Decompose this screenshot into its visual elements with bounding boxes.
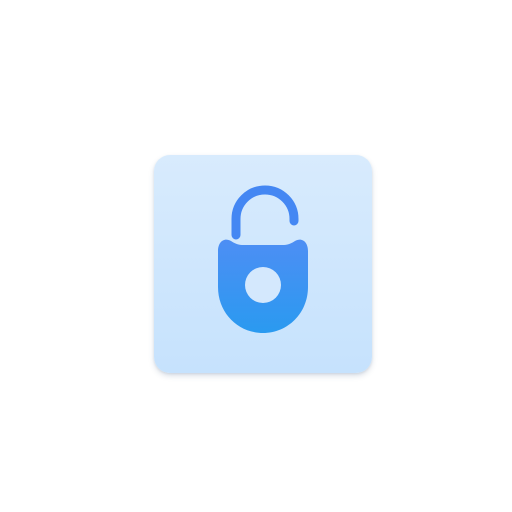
unlocked-padlock-icon [218, 185, 308, 333]
shackle [231, 185, 299, 240]
app-icon-tile[interactable] [154, 155, 372, 373]
canvas [0, 0, 512, 512]
keyhole [245, 267, 281, 303]
